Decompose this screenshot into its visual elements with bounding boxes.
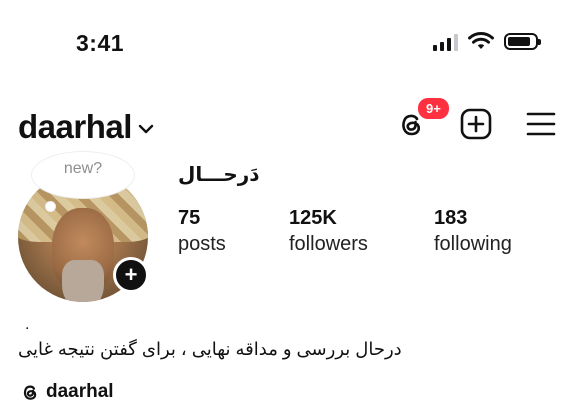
stat-label: followers (289, 233, 368, 255)
threads-link-text: daarhal (46, 381, 114, 402)
threads-link-icon (23, 385, 37, 400)
stat-following[interactable]: 183 following (434, 206, 512, 258)
note-text: new? (63, 160, 103, 177)
threads-button[interactable]: 9+ (396, 96, 451, 139)
wifi-icon (468, 32, 494, 49)
avatar-area: new? + (18, 152, 158, 302)
notification-badge: 9+ (416, 96, 451, 121)
stat-label: following (434, 233, 512, 255)
note-tail (46, 202, 55, 211)
bio-dot: . (25, 316, 30, 333)
bio-text: درحال بررسی و مداقه نهایی ، برای گفتن نت… (18, 339, 402, 359)
header-actions: 9+ (396, 96, 556, 140)
menu-icon[interactable] (526, 111, 556, 137)
chevron-down-icon[interactable] (138, 124, 154, 134)
battery-icon (504, 33, 541, 50)
stat-followers[interactable]: 125K followers (289, 206, 434, 258)
stat-value: 183 (434, 207, 468, 229)
username-switcher[interactable]: daarhal (18, 108, 132, 146)
stat-posts[interactable]: 75 posts (178, 206, 289, 258)
avatar-beard (62, 260, 104, 302)
stat-value: 125K (289, 207, 337, 229)
profile-stats: 75 posts 125K followers 183 following (178, 206, 512, 258)
profile-header: daarhal (18, 108, 154, 146)
add-story-button[interactable]: + (113, 257, 149, 293)
status-icons (433, 32, 541, 51)
add-post-icon[interactable] (460, 108, 492, 140)
stat-label: posts (178, 233, 226, 255)
stat-value: 75 (178, 207, 201, 229)
status-time: 3:41 (76, 30, 125, 56)
note-bubble[interactable]: new? (32, 152, 134, 198)
display-name: دَرحـــال (178, 164, 260, 186)
threads-profile-link[interactable]: daarhal (20, 381, 114, 403)
plus-icon: + (124, 262, 138, 287)
cellular-signal-icon (433, 33, 458, 51)
